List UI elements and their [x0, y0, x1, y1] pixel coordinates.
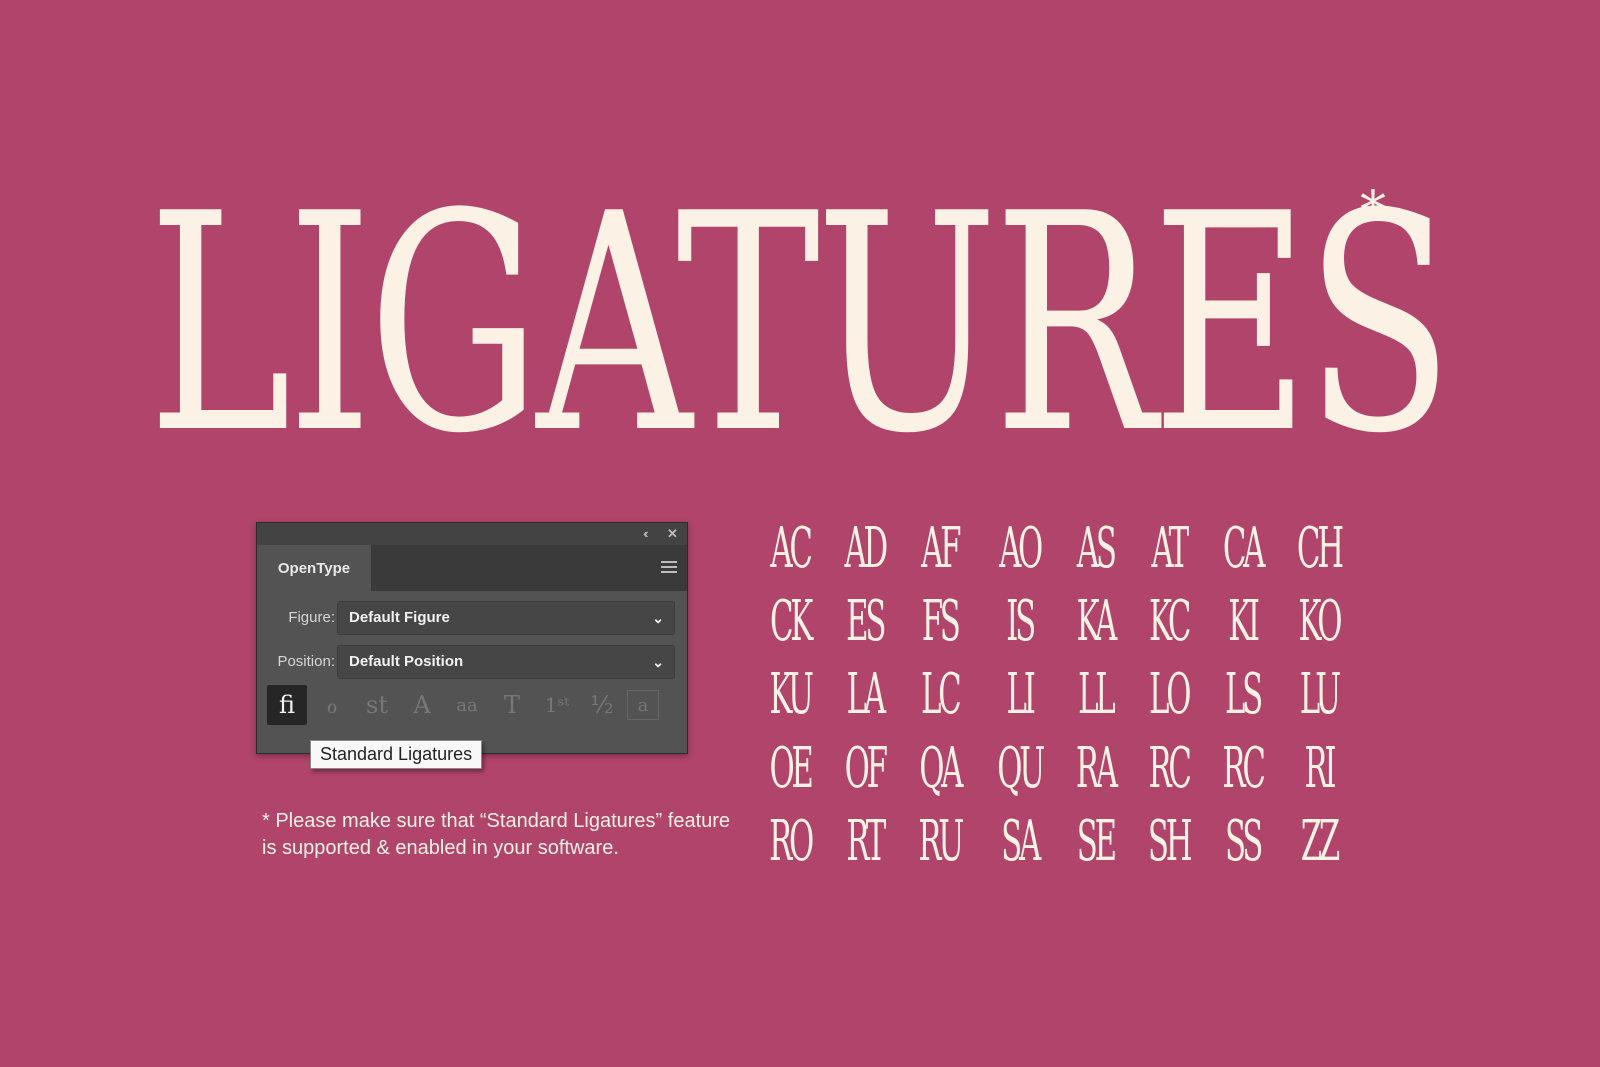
hero-title-text: LIGATURES [147, 150, 1453, 499]
ligature: RC [1222, 735, 1265, 801]
ligature: IS [1006, 589, 1036, 655]
ligature: ZZ [1300, 808, 1339, 874]
ligature: RT [846, 808, 886, 874]
ligature: CH [1296, 516, 1344, 582]
ligature: RU [918, 808, 965, 874]
ligature: OE [769, 735, 813, 801]
ligature: RI [1304, 735, 1336, 801]
chevron-down-icon: ⌄ [652, 654, 664, 670]
panel-menu-icon[interactable] [661, 561, 677, 575]
opentype-features-toolbar: fi ℴ st A aa T 1ˢᵗ ½ a [267, 684, 677, 726]
opentype-panel: ‹‹ ✕ OpenType Figure: Default Figure ⌄ P… [256, 522, 688, 754]
ligature: LC [921, 662, 962, 728]
ligature: LA [846, 662, 886, 728]
ligature: QA [919, 735, 964, 801]
ligature: SA [1000, 808, 1041, 874]
ligature: CA [1222, 516, 1266, 582]
panel-titlebar: ‹‹ ✕ [257, 523, 687, 545]
discretionary-ligatures-icon[interactable]: st [357, 685, 397, 725]
standard-ligatures-icon[interactable]: fi [267, 685, 307, 725]
tooltip: Standard Ligatures [310, 740, 483, 769]
titling-alternates-icon[interactable]: T [492, 685, 532, 725]
hero-title: LIGATURES [148, 175, 1453, 475]
ligature: KC [1148, 589, 1191, 655]
ligature: KA [1076, 589, 1117, 655]
ligature: AC [770, 516, 813, 582]
stylistic-sets-icon[interactable]: a [627, 690, 659, 720]
ligature: AS [1076, 516, 1117, 582]
contextual-alternates-icon[interactable]: ℴ [312, 685, 352, 725]
fractions-icon[interactable]: ½ [582, 685, 622, 725]
ligature: AD [844, 516, 889, 582]
figure-row: Figure: Default Figure ⌄ [257, 601, 687, 635]
ligature: SS [1224, 808, 1263, 874]
figure-select[interactable]: Default Figure ⌄ [337, 601, 675, 635]
position-row: Position: Default Position ⌄ [257, 645, 687, 679]
ligature: CK [770, 589, 813, 655]
ligature: KI [1227, 589, 1260, 655]
ligature: LS [1224, 662, 1263, 728]
collapse-icon[interactable]: ‹‹ [643, 525, 648, 543]
ligature: FS [922, 589, 961, 655]
close-icon[interactable]: ✕ [667, 525, 678, 543]
figure-select-value: Default Figure [349, 609, 450, 626]
stylistic-alternates-icon[interactable]: aa [447, 685, 487, 725]
ligature: AF [921, 516, 962, 582]
ligature: AT [1150, 516, 1189, 582]
position-select[interactable]: Default Position ⌄ [337, 645, 675, 679]
ligature: SH [1147, 808, 1192, 874]
ligature-grid: AC AD AF AO AS AT CA CH CK ES FS IS KA K… [752, 512, 1350, 878]
ligature: RO [769, 808, 814, 874]
figure-label: Figure: [288, 609, 335, 626]
ligature: QU [997, 735, 1045, 801]
position-select-value: Default Position [349, 653, 464, 670]
panel-tabbar: OpenType [257, 545, 687, 591]
ligature: RC [1148, 735, 1191, 801]
ligature: KU [769, 662, 814, 728]
ligature: LL [1078, 662, 1116, 728]
ligature: ES [846, 589, 886, 655]
ligature: LO [1148, 662, 1191, 728]
position-label: Position: [277, 653, 335, 670]
hero-asterisk: * [1360, 181, 1386, 241]
tab-opentype[interactable]: OpenType [257, 545, 371, 591]
ligature: KO [1298, 589, 1342, 655]
footnote: * Please make sure that “Standard Ligatu… [262, 810, 731, 859]
ligature: RA [1075, 735, 1118, 801]
swash-icon[interactable]: A [402, 685, 442, 725]
ligature: LU [1299, 662, 1340, 728]
ligature: OF [844, 735, 888, 801]
ligature: LI [1006, 662, 1035, 728]
chevron-down-icon: ⌄ [652, 610, 664, 626]
ordinals-icon[interactable]: 1ˢᵗ [537, 685, 577, 725]
ligature: SE [1076, 808, 1117, 874]
ligature: AO [998, 516, 1043, 582]
